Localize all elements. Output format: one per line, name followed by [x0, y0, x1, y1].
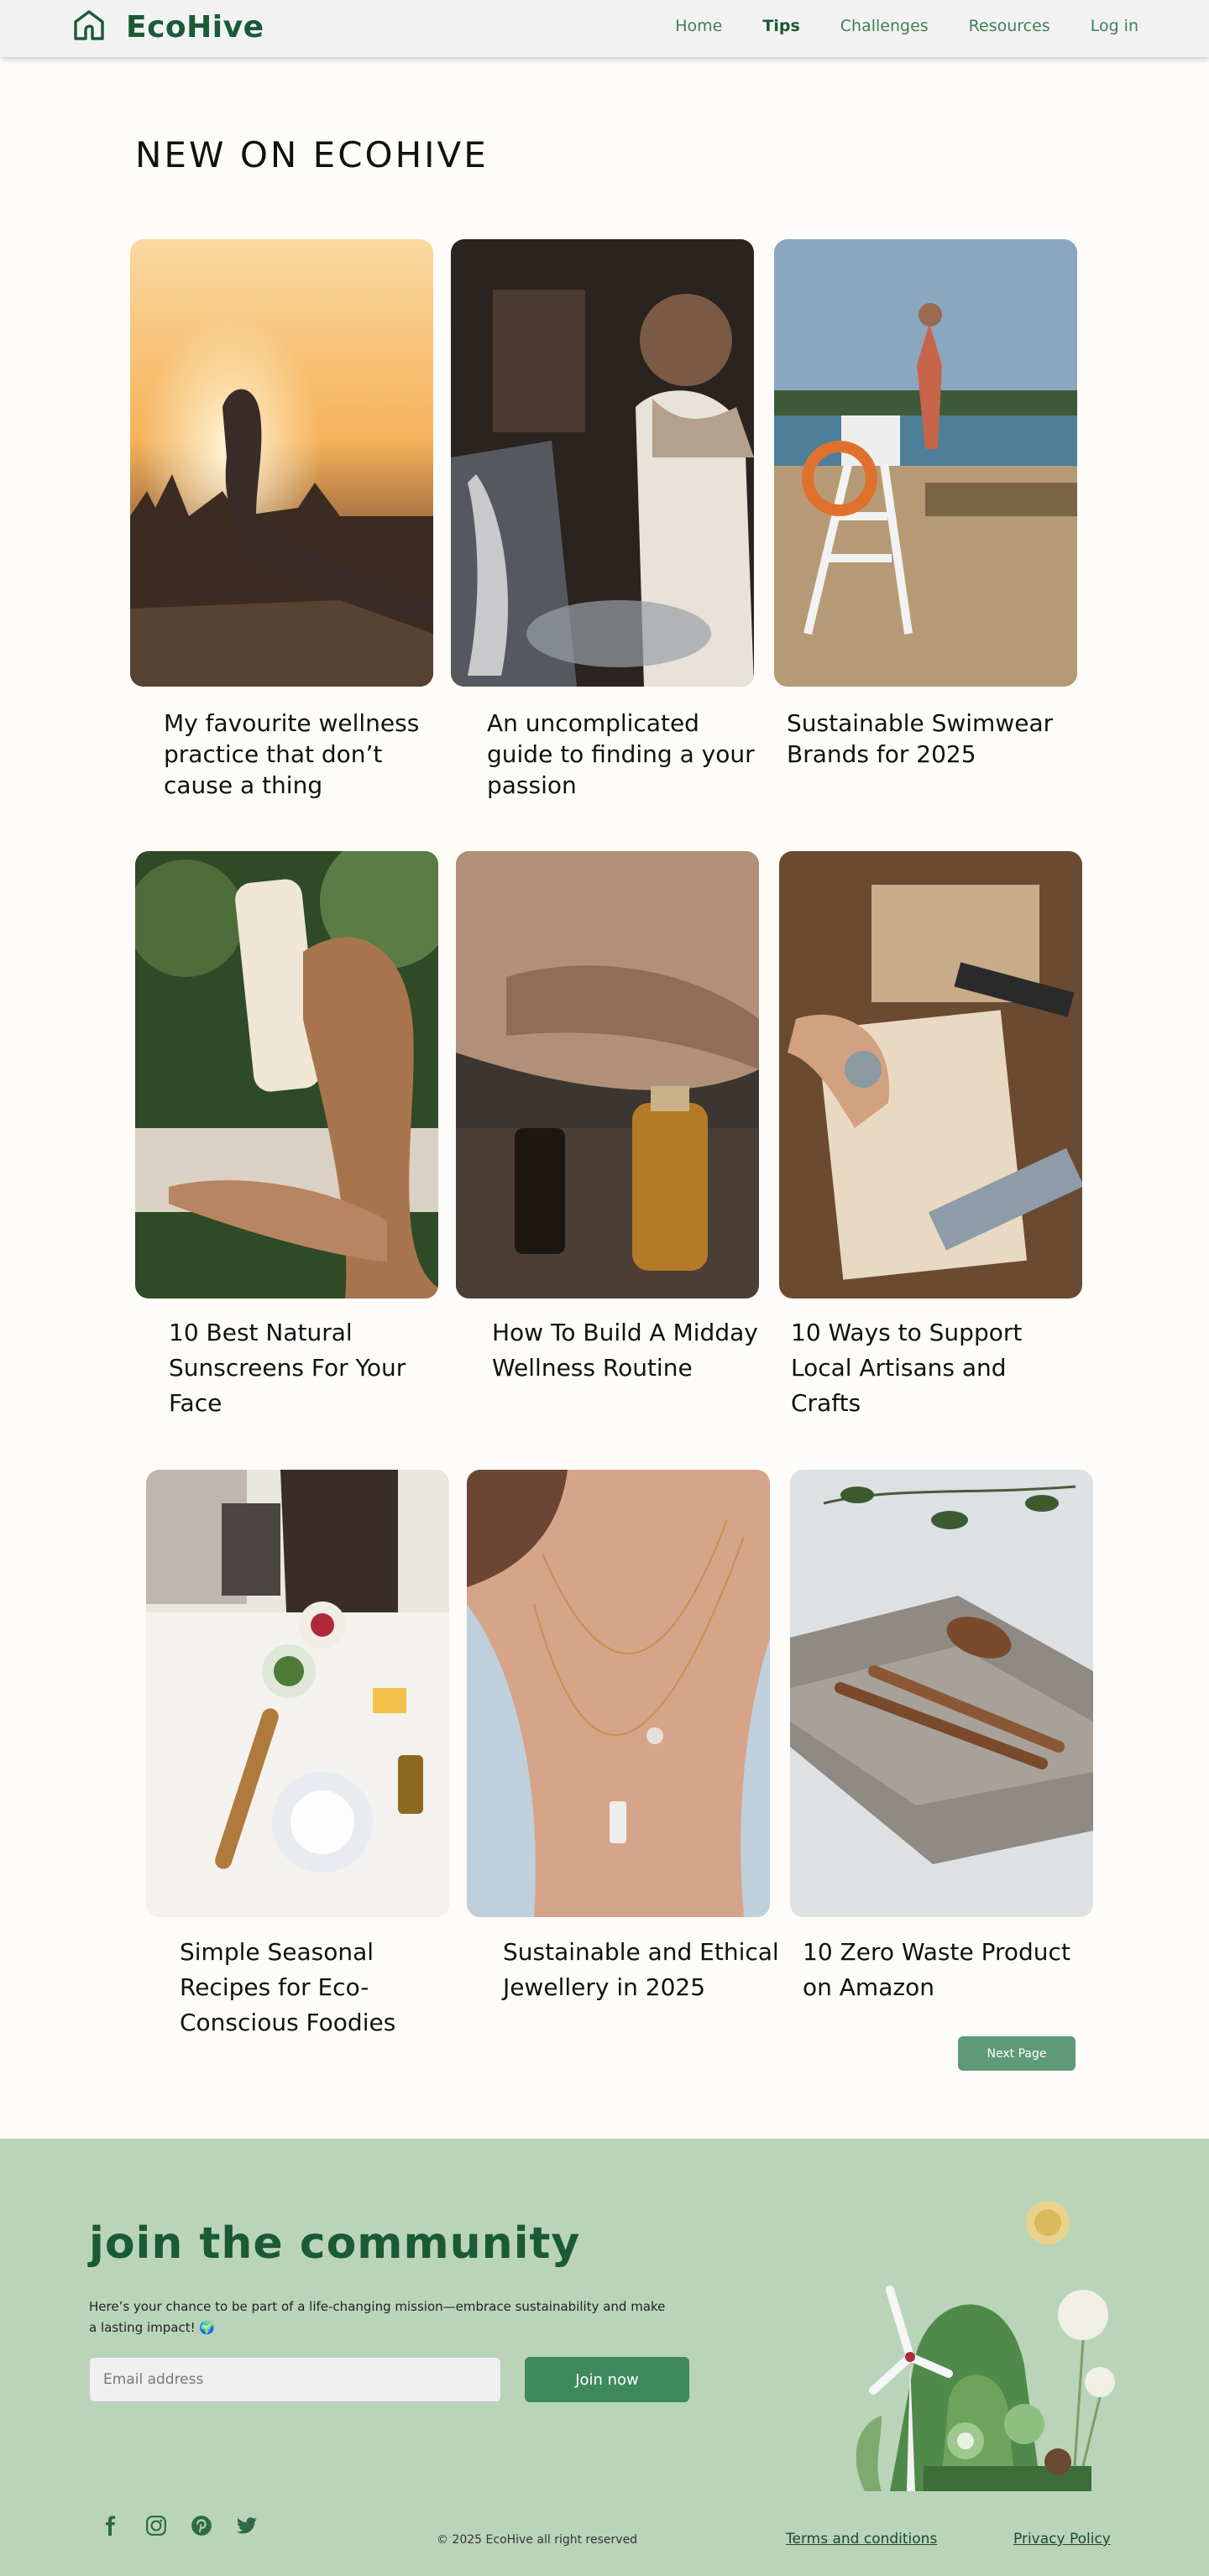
join-title: join the community [89, 2218, 581, 2269]
nav-resources[interactable]: Resources [969, 17, 1050, 35]
eco-illustration [823, 2189, 1125, 2491]
next-page-button[interactable]: Next Page [958, 2036, 1076, 2071]
social-links [99, 2514, 259, 2537]
article-title[interactable]: How To Build A Midday Wellness Routine [492, 1315, 769, 1386]
article-image-yoga[interactable] [130, 239, 433, 687]
pinterest-icon[interactable] [190, 2514, 213, 2537]
article-title[interactable]: 10 Ways to Support Local Artisans and Cr… [791, 1315, 1068, 1421]
site-header: EcoHive Home Tips Challenges Resources L… [0, 0, 1209, 57]
article-image-lifeguard[interactable] [774, 239, 1077, 687]
article-image-painting[interactable] [451, 239, 754, 687]
article-image-cutlery[interactable] [790, 1470, 1093, 1917]
article-image-sunscreen[interactable] [135, 851, 438, 1298]
instagram-icon[interactable] [144, 2514, 168, 2537]
email-input[interactable] [89, 2357, 501, 2402]
terms-link[interactable]: Terms and conditions [786, 2531, 937, 2547]
nav-login[interactable]: Log in [1091, 17, 1138, 35]
article-image-artisan[interactable] [779, 851, 1082, 1298]
nav-tips[interactable]: Tips [762, 17, 799, 35]
article-title[interactable]: Simple Seasonal Recipes for Eco-Consciou… [180, 1935, 457, 2040]
article-title[interactable]: 10 Best Natural Sunscreens For Your Face [169, 1315, 446, 1421]
join-button[interactable]: Join now [525, 2357, 689, 2402]
article-image-oils[interactable] [456, 851, 759, 1298]
article-title[interactable]: My favourite wellness practice that don’… [164, 708, 441, 801]
article-title[interactable]: Sustainable and Ethical Jewellery in 202… [503, 1935, 780, 2005]
facebook-icon[interactable] [99, 2514, 123, 2537]
join-description: Here’s your chance to be part of a life-… [89, 2299, 666, 2335]
section-title: NEW ON ECOHIVE [135, 134, 489, 175]
article-title[interactable]: 10 Zero Waste Product on Amazon [803, 1935, 1080, 2005]
privacy-link[interactable]: Privacy Policy [1013, 2531, 1111, 2547]
nav-challenges[interactable]: Challenges [840, 17, 929, 35]
main-nav: Home Tips Challenges Resources Log in [675, 17, 1138, 35]
article-title[interactable]: An uncomplicated guide to finding a your… [487, 708, 764, 801]
brand-name: EcoHive [126, 9, 264, 44]
twitter-icon[interactable] [235, 2514, 259, 2537]
copyright-text: © 2025 EcoHive all right reserved [437, 2533, 638, 2547]
nav-home[interactable]: Home [675, 17, 722, 35]
article-image-necklace[interactable] [467, 1470, 770, 1917]
house-leaf-icon [72, 8, 106, 45]
footer: join the community Here’s your chance to… [0, 2139, 1209, 2576]
article-title[interactable]: Sustainable Swimwear Brands for 2025 [787, 708, 1064, 770]
brand-logo[interactable]: EcoHive [72, 8, 264, 45]
article-image-cooking[interactable] [146, 1470, 449, 1917]
